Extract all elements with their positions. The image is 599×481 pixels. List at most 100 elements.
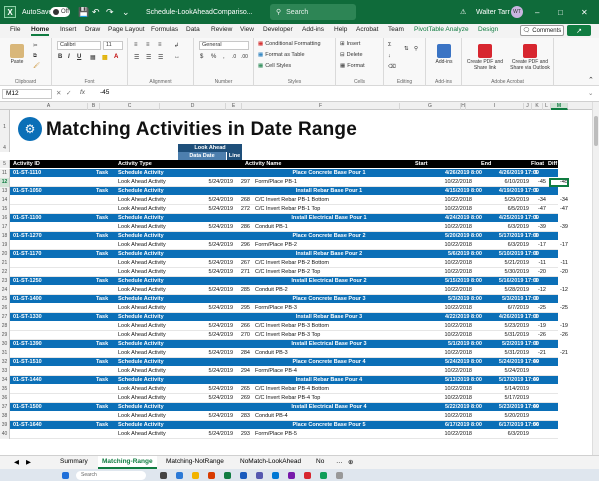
cell-name[interactable]: Place Concrete Base Pour 4: [254, 358, 404, 367]
cell-id[interactable]: 01-ST-1250: [13, 277, 93, 286]
font-size-select[interactable]: 11: [103, 41, 123, 50]
row-header[interactable]: 21: [0, 259, 10, 268]
cell-float[interactable]: 5: [526, 169, 546, 178]
quick-access-more-icon[interactable]: ⌄: [122, 0, 130, 24]
cell-id[interactable]: 01-ST-1170: [13, 250, 93, 259]
cell-name[interactable]: Install Electrical Base Pour 3: [254, 340, 404, 349]
cell-float[interactable]: 0: [526, 277, 546, 286]
cell-date[interactable]: 5/24/2019: [186, 385, 233, 394]
column-header-g[interactable]: G: [400, 103, 461, 110]
cell-end[interactable]: 5/20/2019: [461, 412, 529, 421]
row-header[interactable]: 15: [0, 205, 10, 214]
tab-formulas[interactable]: Formulas: [151, 26, 178, 33]
cell-name[interactable]: Conduit PB-2: [255, 286, 405, 295]
prev-sheet-icon[interactable]: ◀: [14, 458, 19, 466]
cell-type[interactable]: Schedule Activity: [118, 214, 188, 223]
cell-type[interactable]: Look Ahead Activity: [118, 322, 188, 331]
cell-type[interactable]: Look Ahead Activity: [118, 349, 188, 358]
next-sheet-icon[interactable]: ▶: [26, 458, 31, 466]
cell-float[interactable]: -39: [526, 223, 546, 232]
chrome-icon[interactable]: [320, 472, 327, 479]
share-button[interactable]: ↗: [567, 25, 591, 36]
column-header-f[interactable]: F: [242, 103, 400, 110]
decrease-decimal-icon[interactable]: .00: [241, 54, 248, 60]
column-header-k[interactable]: K: [532, 103, 543, 110]
cell-float[interactable]: 56: [526, 421, 546, 430]
column-header-e[interactable]: E: [226, 103, 242, 110]
tab-data[interactable]: Data: [186, 26, 200, 33]
cell-task[interactable]: Task: [96, 295, 110, 304]
cell-float[interactable]: -12: [526, 286, 546, 295]
cell-task[interactable]: Task: [96, 358, 110, 367]
fill-color-icon[interactable]: ▩: [102, 54, 108, 61]
cell-type[interactable]: Look Ahead Activity: [118, 205, 188, 214]
cell-id[interactable]: 01-ST-1440: [13, 376, 93, 385]
file-name[interactable]: Schedule-LookAheadComparisо...: [146, 0, 253, 24]
cell-type[interactable]: Look Ahead Activity: [118, 430, 188, 439]
cell-name[interactable]: Install Electrical Base Pour 1: [254, 214, 404, 223]
tab-acrobat[interactable]: Acrobat: [356, 26, 378, 33]
cell-end[interactable]: 5/31/2019: [461, 331, 529, 340]
cell-end[interactable]: 5/17/2019: [461, 394, 529, 403]
cell-line[interactable]: 294: [236, 367, 250, 376]
row-header[interactable]: 19: [0, 241, 10, 250]
schedule-activity-row[interactable]: 01-ST-1270 Task Schedule Activity Place Con…: [10, 232, 558, 241]
cell-line[interactable]: 284: [236, 349, 250, 358]
cell-line[interactable]: 272: [236, 205, 250, 214]
tab-help[interactable]: Help: [334, 26, 347, 33]
cell-name[interactable]: C/C Invert Rebar PB-3 Top: [255, 331, 405, 340]
cell-line[interactable]: 268: [236, 196, 250, 205]
schedule-activity-row[interactable]: 01-ST-1440 Task Schedule Activity Install R…: [10, 376, 558, 385]
column-header-j[interactable]: J: [524, 103, 532, 110]
task-view-icon[interactable]: [160, 472, 167, 479]
row-header[interactable]: 27: [0, 313, 10, 322]
cell-type[interactable]: Look Ahead Activity: [118, 286, 188, 295]
cell-float[interactable]: -20: [526, 268, 546, 277]
cell-date[interactable]: 5/24/2019: [186, 304, 233, 313]
cell-task[interactable]: Task: [96, 214, 110, 223]
cell-task[interactable]: Task: [96, 250, 110, 259]
cancel-formula-icon[interactable]: ✕: [56, 89, 61, 97]
cell-type[interactable]: Look Ahead Activity: [118, 259, 188, 268]
cell-line[interactable]: 267: [236, 259, 250, 268]
align-center-icon[interactable]: ☰: [146, 54, 151, 61]
sort-filter-icon[interactable]: ⇅: [404, 46, 409, 52]
cell-type[interactable]: Schedule Activity: [118, 340, 188, 349]
look-ahead-row[interactable]: Look Ahead Activity 5/24/2019 267 C/C Inver…: [10, 259, 568, 268]
cell-end[interactable]: 6/3/2019: [461, 241, 529, 250]
bold-button[interactable]: B: [58, 54, 62, 60]
align-left-icon[interactable]: ☰: [134, 54, 139, 61]
cell-name[interactable]: Place Concrete Base Pour 1: [254, 169, 404, 178]
look-ahead-row[interactable]: Look Ahead Activity 5/24/2019 270 C/C Inver…: [10, 331, 568, 340]
insert-function-icon[interactable]: fx: [80, 89, 85, 96]
row-header[interactable]: 5: [0, 160, 10, 168]
cell-date[interactable]: 5/24/2019: [186, 259, 233, 268]
cell-name[interactable]: Install Rebar Base Pour 2: [254, 250, 404, 259]
look-ahead-row[interactable]: Look Ahead Activity 5/24/2019 295 Form/Plac…: [10, 304, 568, 313]
cell-name[interactable]: C/C Invert Rebar PB-2 Bottom: [255, 259, 405, 268]
look-ahead-row[interactable]: Look Ahead Activity 5/24/2019 296 Form/Plac…: [10, 241, 568, 250]
cell-line[interactable]: 286: [236, 223, 250, 232]
schedule-activity-row[interactable]: 01-ST-1330 Task Schedule Activity Install R…: [10, 313, 558, 322]
row-header[interactable]: 29: [0, 331, 10, 340]
cell-diff[interactable]: -39: [551, 223, 568, 232]
formula-input[interactable]: -45: [100, 89, 109, 96]
cell-id[interactable]: 01-ST-1330: [13, 313, 93, 322]
cell-name[interactable]: C/C Invert Rebar PB-1 Bottom: [255, 196, 405, 205]
cell-type[interactable]: Schedule Activity: [118, 187, 188, 196]
close-icon[interactable]: ✕: [581, 0, 588, 24]
wrap-text-icon[interactable]: ↲: [174, 42, 179, 49]
cell-float[interactable]: 0: [526, 295, 546, 304]
cell-name[interactable]: Install Electrical Base Pour 4: [254, 403, 404, 412]
redo-icon[interactable]: ↷: [106, 0, 114, 24]
cell-float[interactable]: -21: [526, 349, 546, 358]
cell-task[interactable]: Task: [96, 169, 110, 178]
word-icon[interactable]: [240, 472, 247, 479]
cell-name[interactable]: C/C Invert Rebar PB-3 Bottom: [255, 322, 405, 331]
cell-float[interactable]: -25: [526, 304, 546, 313]
cell-line[interactable]: 297: [236, 178, 250, 187]
cell-task[interactable]: Task: [96, 187, 110, 196]
schedule-activity-row[interactable]: 01-ST-1170 Task Schedule Activity Install R…: [10, 250, 558, 259]
tab-more[interactable]: No: [316, 458, 324, 465]
cell-float[interactable]: -19: [526, 322, 546, 331]
